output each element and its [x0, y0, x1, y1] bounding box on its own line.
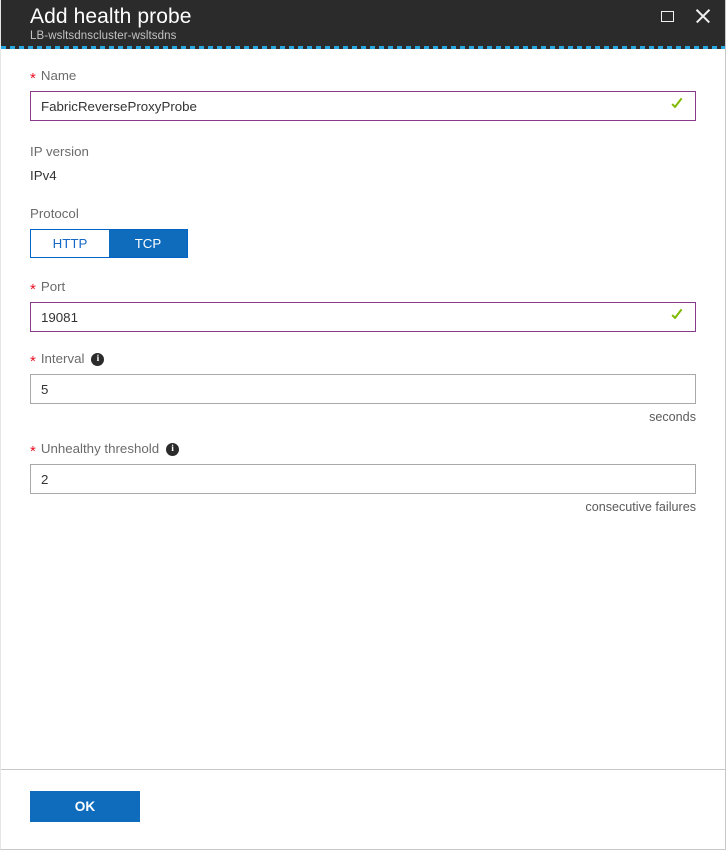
required-marker: *	[30, 443, 36, 460]
port-label-text: Port	[40, 279, 66, 294]
interval-input[interactable]	[30, 374, 696, 404]
required-marker: *	[30, 281, 36, 298]
restore-icon	[660, 10, 674, 22]
protocol-option-tcp[interactable]: TCP	[109, 230, 187, 257]
interval-input-wrap	[30, 374, 696, 404]
ip-version-label-text: IP version	[30, 144, 89, 159]
field-interval: * Interval i seconds	[30, 350, 696, 425]
blade-footer: OK	[1, 769, 725, 849]
unhealthy-threshold-input-wrap	[30, 464, 696, 494]
interval-label-text: Interval	[40, 351, 85, 366]
port-input-wrap	[30, 302, 696, 332]
add-health-probe-blade: Add health probe LB-wsltsdnscluster-wslt…	[0, 0, 726, 850]
unhealthy-threshold-suffix: consecutive failures	[585, 500, 696, 514]
required-marker: *	[30, 70, 36, 87]
ip-version-label: IP version	[30, 143, 696, 161]
page-title: Add health probe	[30, 5, 192, 28]
probe-form: * Name IP version IPv4 Protocol HTTP	[1, 49, 725, 769]
ip-version-value: IPv4	[30, 168, 57, 183]
interval-suffix: seconds	[649, 410, 696, 424]
port-label: * Port	[30, 278, 696, 298]
protocol-option-http[interactable]: HTTP	[31, 230, 109, 257]
port-input[interactable]	[30, 302, 696, 332]
field-ip-version: IP version IPv4	[30, 143, 696, 185]
protocol-label-text: Protocol	[30, 206, 79, 221]
field-name: * Name	[30, 67, 696, 121]
name-input-wrap	[30, 91, 696, 121]
required-marker: *	[30, 353, 36, 370]
restore-button[interactable]	[656, 5, 678, 27]
field-unhealthy-threshold: * Unhealthy threshold i consecutive fail…	[30, 440, 696, 515]
window-controls	[656, 5, 714, 27]
name-input[interactable]	[30, 91, 696, 121]
close-icon	[696, 9, 711, 24]
page-subtitle: LB-wsltsdnscluster-wsltsdns	[30, 30, 177, 42]
unhealthy-threshold-input[interactable]	[30, 464, 696, 494]
ok-button[interactable]: OK	[30, 791, 140, 822]
info-icon[interactable]: i	[91, 352, 105, 366]
field-port: * Port	[30, 278, 696, 332]
name-label: * Name	[30, 67, 696, 87]
unhealthy-threshold-label: * Unhealthy threshold i	[30, 440, 696, 460]
unhealthy-threshold-label-text: Unhealthy threshold	[40, 441, 160, 456]
protocol-toggle-group: HTTP TCP	[30, 229, 188, 258]
protocol-label: Protocol	[30, 205, 696, 223]
interval-label: * Interval i	[30, 350, 696, 370]
info-icon[interactable]: i	[166, 442, 180, 456]
close-button[interactable]	[692, 5, 714, 27]
name-label-text: Name	[40, 68, 77, 83]
field-protocol: Protocol HTTP TCP	[30, 205, 696, 258]
blade-titlebar: Add health probe LB-wsltsdnscluster-wslt…	[1, 0, 725, 46]
